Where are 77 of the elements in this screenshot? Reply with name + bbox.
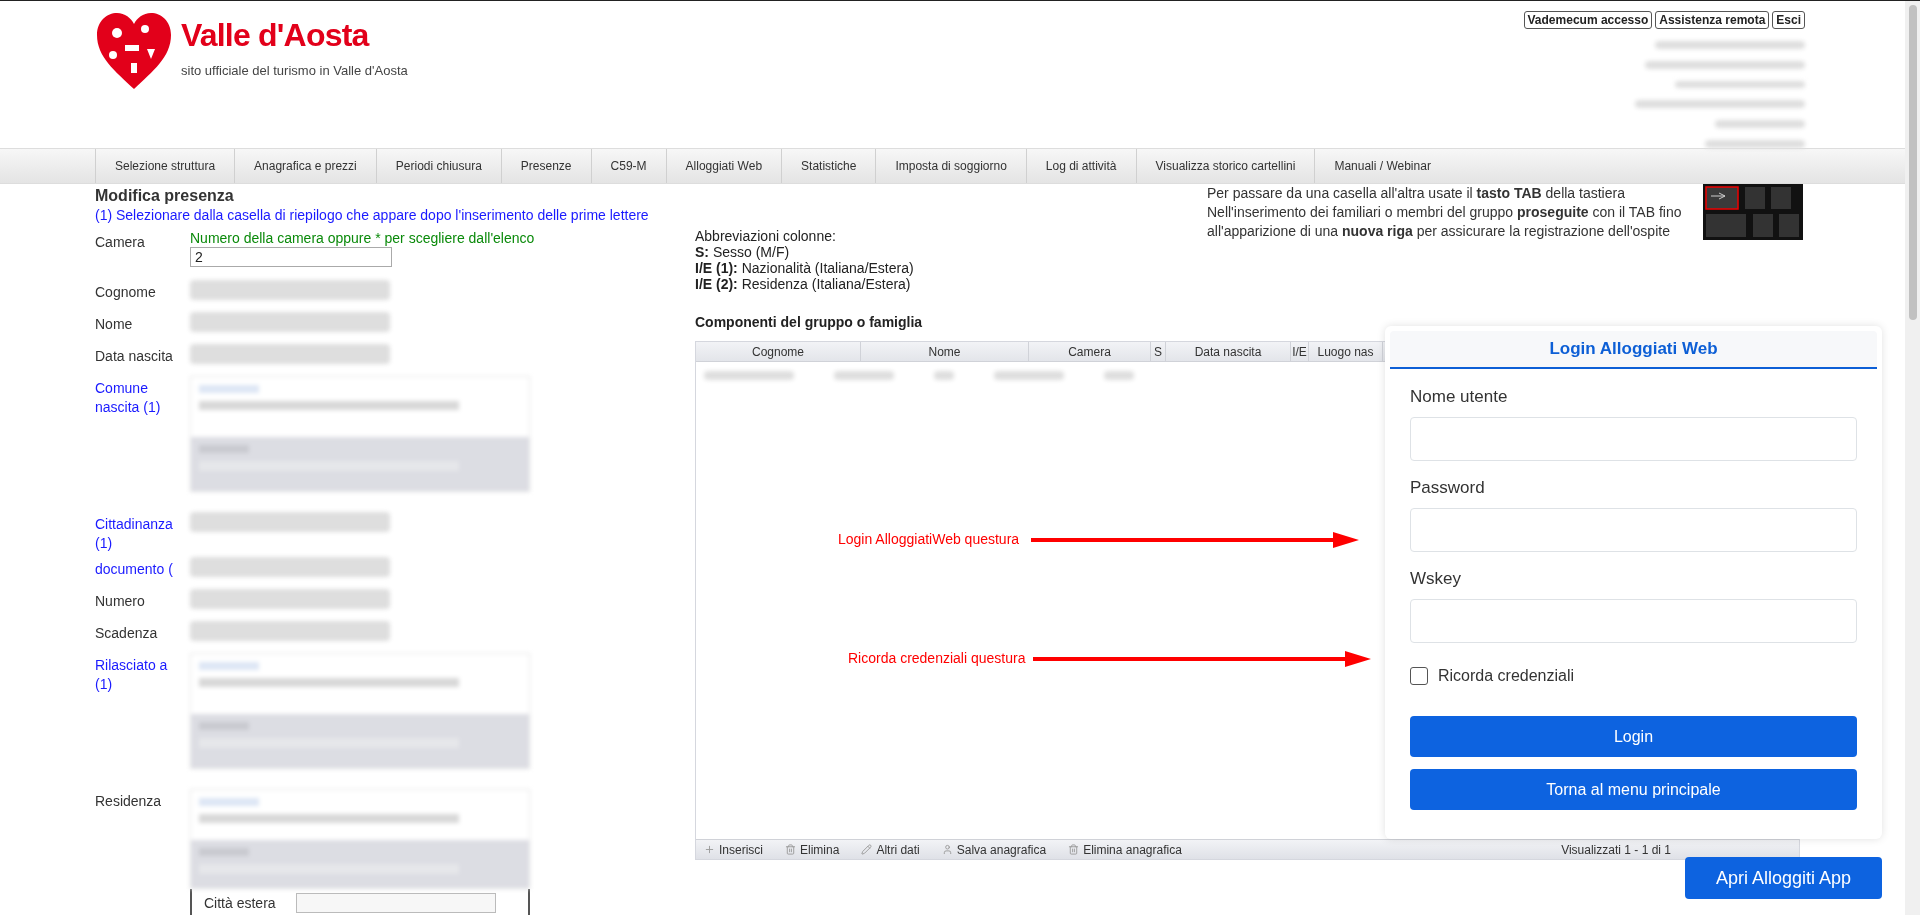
field-label: Scadenza	[95, 624, 159, 643]
column-header[interactable]: Luogo nas	[1309, 342, 1383, 361]
field-hint: Numero della camera oppure * per scegliere dall'elenco	[190, 230, 535, 247]
field-label: Cognome	[95, 283, 157, 302]
edit-icon	[861, 844, 873, 855]
login-card-button[interactable]: Torna al menu principale	[1410, 769, 1857, 810]
field-label[interactable]: Rilasciato a (1)	[95, 656, 185, 694]
field-label: Numero	[95, 592, 146, 611]
form-hint: (1) Selezionare dalla casella di riepilogo che appare dopo l'inserimento delle prime lettere	[95, 206, 650, 224]
column-header[interactable]: I/E	[1291, 342, 1309, 361]
site-logo-text: Valle d'Aosta	[181, 17, 371, 53]
annotation-text: Ricorda credenziali questura	[848, 649, 1026, 668]
login-field[interactable]	[1410, 508, 1857, 552]
nav-tab[interactable]: Anagrafica e prezzi	[234, 149, 376, 183]
nav-tab[interactable]: Alloggiati Web	[665, 149, 782, 183]
pager-text: Visualizzati 1 - 1 di 1	[1561, 841, 1671, 859]
login-field[interactable]	[1410, 599, 1857, 643]
heart-logo-icon	[95, 11, 173, 91]
abbreviation-line: I/E (1): Nazionalità (Italiana/Estera)	[695, 260, 914, 276]
nav-tab[interactable]: Periodi chiusura	[375, 149, 501, 183]
scrollbar[interactable]	[1905, 1, 1920, 915]
nav-tab[interactable]: Visualizza storico cartellini	[1135, 149, 1315, 183]
header-link-button[interactable]: Vademecum accesso	[1523, 11, 1653, 29]
login-card-button[interactable]: Login	[1410, 716, 1857, 757]
delete-icon	[1068, 844, 1080, 855]
login-field-label: Nome utente	[1410, 387, 1509, 407]
login-title: Login Alloggiati Web	[1549, 338, 1718, 361]
column-header[interactable]: Cognome	[696, 342, 861, 361]
redacted-field	[994, 370, 1064, 380]
field-label[interactable]: Comune nascita (1)	[95, 379, 185, 417]
abbreviation-line: S: Sesso (M/F)	[695, 244, 790, 260]
redacted-field	[834, 370, 894, 380]
abbreviations-title: Abbreviazioni colonne:	[695, 228, 836, 244]
column-header[interactable]: Nome	[861, 342, 1029, 361]
camera-field[interactable]: 2	[190, 247, 392, 267]
keyboard-tip: Per passare da una casella all'altra usate il tasto TAB della tastiera Nell'inserimento dei familiari o membri del gruppo proseguite con il TAB fino all'apparizione di una nuova riga per assicurare la registrazione dell'ospite	[1207, 184, 1682, 241]
toolbar-button[interactable]: Altri dati	[861, 840, 920, 859]
column-header[interactable]: Camera	[1029, 342, 1151, 361]
field-label[interactable]: documento (	[95, 560, 185, 579]
nav-tab[interactable]: Imposta di soggiorno	[875, 149, 1026, 183]
toolbar-button[interactable]: Elimina	[785, 840, 840, 859]
header-link-button[interactable]: Assistenza remota	[1655, 11, 1770, 29]
toolbar-button[interactable]: Salva anagrafica	[941, 840, 1047, 859]
delete-icon	[785, 844, 796, 855]
field-label: Data nascita	[95, 347, 174, 366]
site-tagline: sito ufficiale del turismo in Valle d'Aosta	[181, 62, 408, 80]
column-header[interactable]: Data nascita	[1166, 342, 1291, 361]
nav-tab[interactable]: Presenze	[500, 149, 591, 183]
login-field-label: Wskey	[1410, 569, 1462, 589]
add-icon	[704, 844, 715, 855]
nav-tab[interactable]: Statistiche	[781, 149, 876, 183]
abbreviation-line: I/E (2): Residenza (Italiana/Estera)	[695, 276, 911, 292]
remember-checkbox[interactable]	[1410, 667, 1428, 685]
field-label: Camera	[95, 233, 146, 252]
redacted-field	[1104, 370, 1134, 380]
field-label[interactable]: Cittadinanza (1)	[95, 515, 185, 553]
group-title: Componenti del gruppo o famiglia	[695, 313, 923, 332]
field-label: Nome	[95, 315, 134, 334]
remember-label: Ricorda credenziali	[1438, 666, 1575, 686]
nav-tab[interactable]: Selezione struttura	[95, 149, 235, 183]
nav-tab[interactable]: Log di attività	[1025, 149, 1136, 183]
toolbar-button[interactable]: Elimina anagrafica	[1068, 840, 1182, 859]
login-field[interactable]	[1410, 417, 1857, 461]
user-icon	[941, 844, 953, 855]
nav-tab[interactable]: C59-M	[590, 149, 666, 183]
nav-tab[interactable]: Manuali / Webinar	[1314, 149, 1450, 183]
redacted-field	[934, 370, 954, 380]
field-label: Residenza	[95, 792, 163, 811]
field-label: Città estera	[204, 894, 276, 913]
header-link-button[interactable]: Esci	[1772, 11, 1805, 29]
toolbar-button[interactable]: Inserisci	[704, 840, 763, 859]
open-app-button[interactable]: Apri Alloggiti App	[1685, 857, 1882, 899]
foreign-city-field[interactable]	[295, 893, 496, 913]
annotation-text: Login AlloggiatiWeb questura	[838, 530, 1020, 549]
column-header[interactable]: S	[1151, 342, 1166, 361]
login-field-label: Password	[1410, 478, 1486, 498]
form-title: Modifica presenza	[95, 186, 235, 206]
